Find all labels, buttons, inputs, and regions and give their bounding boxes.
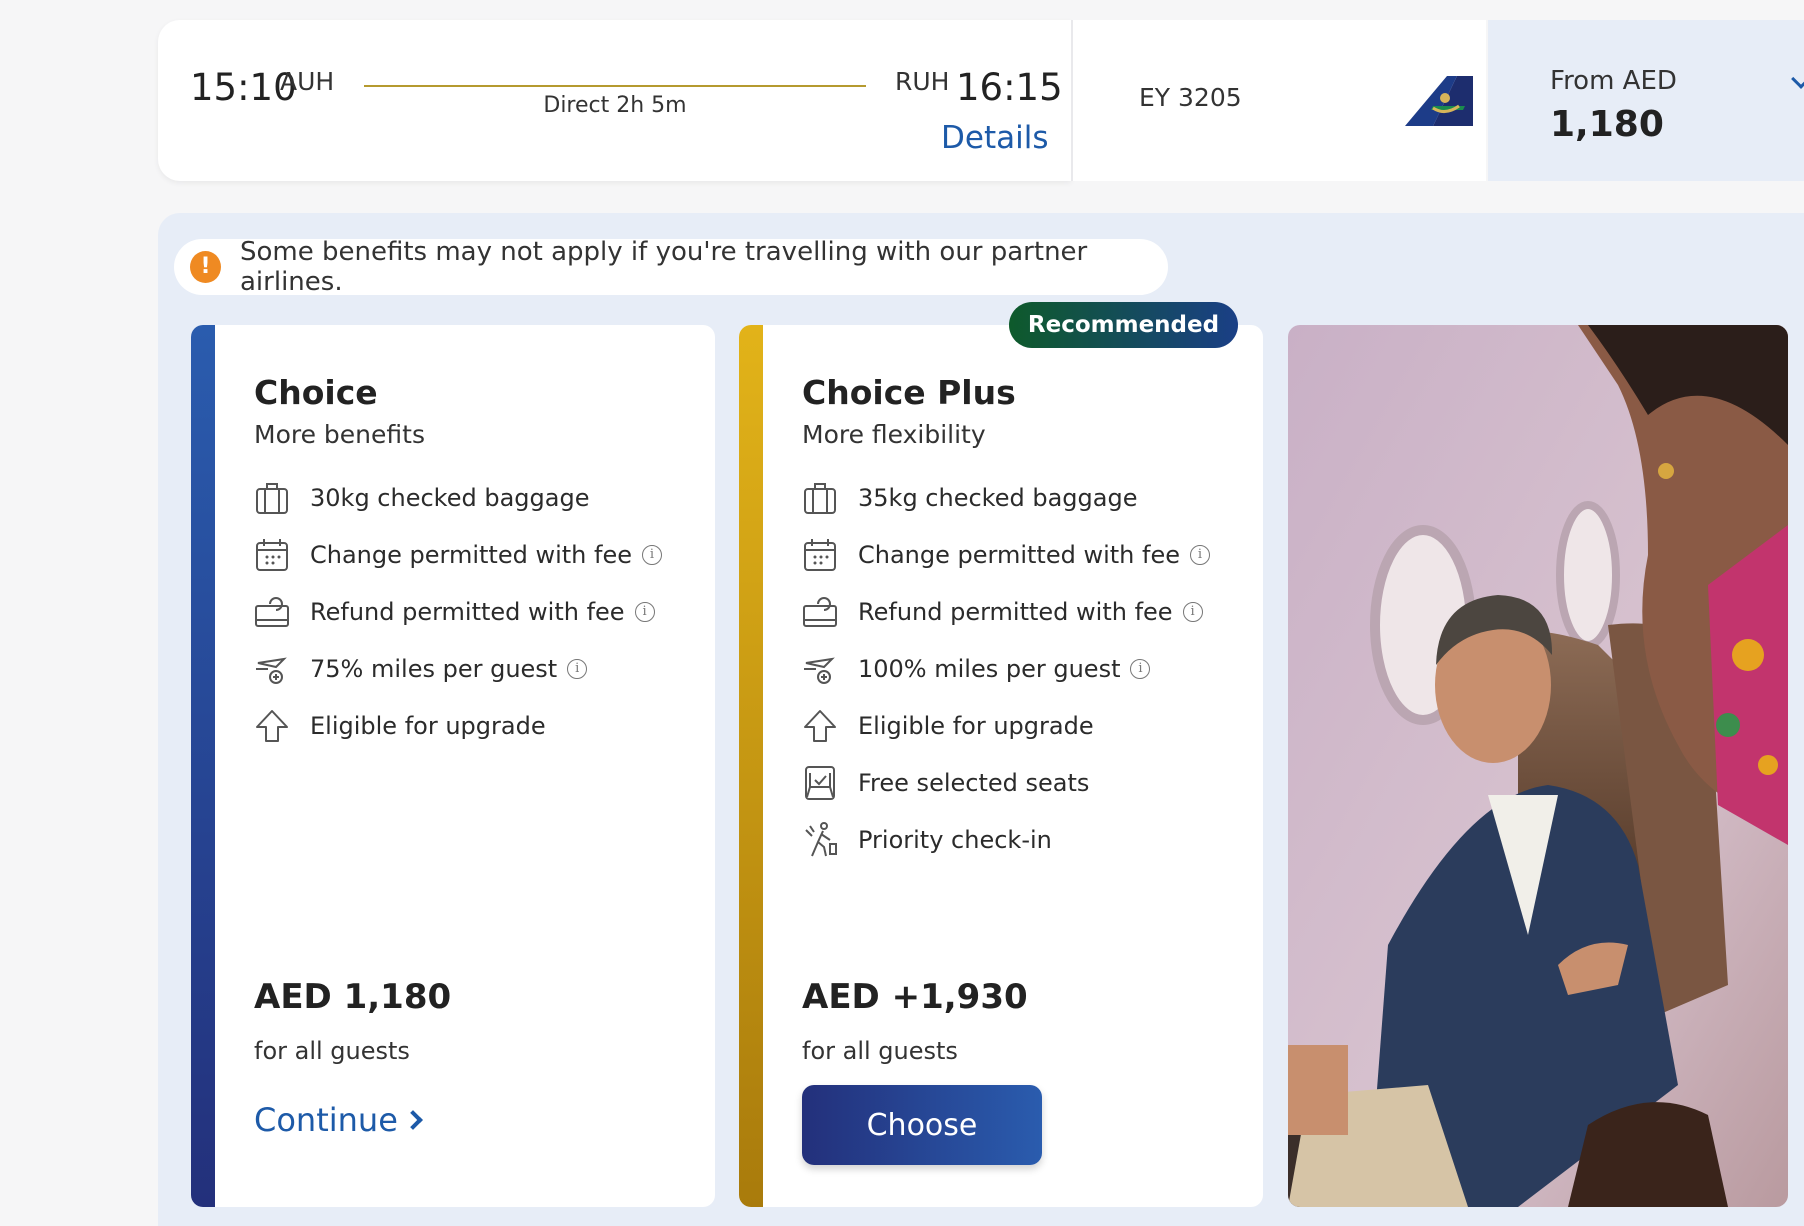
benefit-list: 30kg checked baggage Change permitted wi… (254, 469, 662, 754)
benefit-text: 30kg checked baggage (310, 483, 590, 512)
baggage-icon (256, 482, 288, 514)
upgrade-arrow-icon (804, 709, 836, 742)
benefit-text: Priority check-in (858, 825, 1052, 854)
benefit-text: Change permitted with fee (310, 540, 632, 569)
benefit-item: Free selected seats (802, 754, 1210, 811)
benefit-item: Eligible for upgrade (254, 697, 662, 754)
benefit-text: 35kg checked baggage (858, 483, 1138, 512)
benefit-item: 35kg checked baggage (802, 469, 1210, 526)
chevron-down-icon[interactable] (1791, 69, 1804, 89)
fare-price: AED +1,930 (802, 977, 1028, 1017)
partner-airline-notice: ! Some benefits may not apply if you're … (174, 237, 1168, 297)
seat-icon (805, 765, 835, 800)
benefit-text: 75% miles per guest (310, 654, 558, 683)
info-icon[interactable]: i (1189, 544, 1210, 565)
fare-options-panel: ! Some benefits may not apply if you're … (158, 213, 1804, 1226)
continue-label: Continue (254, 1101, 398, 1139)
baggage-icon (804, 482, 836, 514)
arrival-time: 16:15 (956, 66, 1063, 109)
warning-icon: ! (190, 251, 221, 283)
benefit-item: Refund permitted with fee i (254, 583, 662, 640)
fare-card-choice: Choice More benefits 30kg checked baggag… (191, 325, 715, 1207)
flight-summary-card[interactable]: 15:10 AUH Direct 2h 5m RUH 16:15 Details… (158, 20, 1804, 181)
info-icon[interactable]: i (1130, 658, 1151, 679)
fare-accent-bar (191, 325, 215, 1207)
route-duration: Direct 2h 5m (543, 93, 687, 118)
info-icon[interactable]: i (567, 658, 588, 679)
choose-button[interactable]: Choose (802, 1085, 1042, 1165)
priority-checkin-icon (805, 821, 837, 856)
departure-airport-code: AUH (280, 67, 335, 96)
flight-number-section: EY 3205 (1071, 20, 1486, 181)
miles-plane-icon (256, 657, 287, 684)
benefit-text: Change permitted with fee (858, 540, 1180, 569)
fare-price-note: for all guests (254, 1037, 410, 1065)
fare-title: Choice (254, 373, 378, 412)
flight-number: EY 3205 (1139, 83, 1242, 112)
fare-subtitle: More flexibility (802, 420, 986, 449)
refund-icon (803, 596, 837, 627)
flight-times-section: 15:10 AUH Direct 2h 5m RUH 16:15 Details (158, 20, 1071, 181)
benefit-item: Eligible for upgrade (802, 697, 1210, 754)
airline-logo-icon (1405, 76, 1473, 126)
upgrade-arrow-icon (256, 709, 288, 742)
benefit-item: 100% miles per guest i (802, 640, 1210, 697)
continue-link[interactable]: Continue (254, 1101, 423, 1139)
fare-price-note: for all guests (802, 1037, 958, 1065)
fare-subtitle: More benefits (254, 420, 425, 449)
benefit-item: Change permitted with fee i (802, 526, 1210, 583)
chevron-right-icon (402, 1110, 423, 1130)
benefit-item: Priority check-in (802, 811, 1210, 868)
info-icon[interactable]: i (1182, 601, 1203, 622)
miles-plane-icon (804, 657, 835, 684)
info-icon[interactable]: i (634, 601, 655, 622)
benefit-text: Free selected seats (858, 768, 1090, 797)
cabin-photo (1288, 325, 1788, 1207)
info-icon[interactable]: i (641, 544, 662, 565)
benefit-text: Eligible for upgrade (858, 711, 1094, 740)
benefit-item: 75% miles per guest i (254, 640, 662, 697)
arrival-airport-code: RUH (895, 67, 950, 96)
fare-title: Choice Plus (802, 373, 1016, 412)
recommended-badge: Recommended (1009, 302, 1238, 348)
benefit-item: Change permitted with fee i (254, 526, 662, 583)
benefit-list: 35kg checked baggage Change permitted wi… (802, 469, 1210, 868)
calendar-icon (804, 538, 836, 571)
notice-text: Some benefits may not apply if you're tr… (240, 237, 1088, 297)
route-line (364, 85, 866, 87)
benefit-text: Eligible for upgrade (310, 711, 546, 740)
benefit-item: 30kg checked baggage (254, 469, 662, 526)
refund-icon (255, 596, 289, 627)
fare-card-choice-plus: Choice Plus More flexibility 35kg checke… (739, 325, 1263, 1207)
price-summary-section[interactable]: From AED 1,180 (1488, 20, 1804, 181)
calendar-icon (256, 538, 288, 571)
benefit-text: Refund permitted with fee (310, 597, 625, 626)
benefit-text: Refund permitted with fee (858, 597, 1173, 626)
fare-accent-bar (739, 325, 763, 1207)
fare-price: AED 1,180 (254, 977, 452, 1017)
from-price-value: 1,180 (1550, 104, 1664, 145)
benefit-item: Refund permitted with fee i (802, 583, 1210, 640)
benefit-text: 100% miles per guest (858, 654, 1121, 683)
from-price-label: From AED (1550, 66, 1677, 96)
details-link[interactable]: Details (941, 120, 1048, 156)
